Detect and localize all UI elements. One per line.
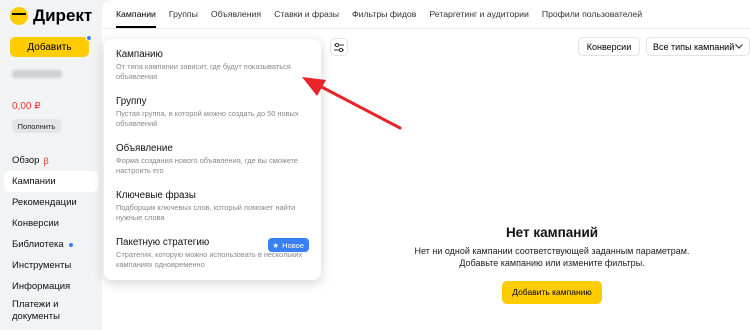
beta-badge: β bbox=[43, 155, 49, 166]
menu-item-title: Кампанию bbox=[116, 49, 163, 60]
sidebar-item-label: Конверсии bbox=[12, 218, 59, 229]
new-badge: ★ Новое bbox=[268, 238, 309, 252]
tab-groups[interactable]: Группы bbox=[169, 0, 198, 28]
menu-item-description: Подборщик ключевых слов, который поможет… bbox=[116, 203, 296, 222]
sidebar-item-library[interactable]: Библиотека bbox=[4, 234, 98, 255]
logo[interactable]: Директ bbox=[10, 6, 92, 26]
sidebar-item-recommendations[interactable]: Рекомендации bbox=[4, 192, 98, 213]
menu-item-group[interactable]: Группу Пустая группа, в которой можно со… bbox=[104, 92, 321, 139]
menu-item-title: Объявление bbox=[116, 143, 173, 154]
star-icon: ★ bbox=[272, 240, 280, 250]
empty-state: Нет кампаний Нет ни одной кампании соотв… bbox=[382, 225, 722, 304]
menu-item-title: Ключевые фразы bbox=[116, 190, 196, 201]
sidebar-item-label: Инструменты bbox=[12, 260, 72, 271]
menu-item-title: Группу bbox=[116, 96, 147, 107]
menu-item-ad[interactable]: Объявление Форма создания нового объявле… bbox=[104, 139, 321, 186]
menu-item-keywords[interactable]: Ключевые фразы Подборщик ключевых слов, … bbox=[104, 186, 321, 233]
conversions-button[interactable]: Конверсии bbox=[578, 37, 640, 56]
direct-logo-icon bbox=[10, 7, 28, 25]
tab-ads[interactable]: Объявления bbox=[211, 0, 261, 28]
notification-dot-icon bbox=[86, 35, 92, 41]
new-badge-label: Новое bbox=[282, 240, 304, 250]
tab-feed-filters[interactable]: Фильтры фидов bbox=[352, 0, 416, 28]
add-campaign-button[interactable]: Добавить кампанию bbox=[502, 281, 602, 304]
sidebar-item-info[interactable]: Информация bbox=[4, 276, 98, 297]
menu-item-description: Стратегия, которую можно использовать в … bbox=[116, 250, 303, 269]
tab-bar: Кампании Группы Объявления Ставки и фраз… bbox=[102, 0, 655, 28]
sidebar-item-label: Библиотека bbox=[12, 239, 64, 250]
sidebar: Директ Добавить 0,00 ₽ Пополнить Обзор β… bbox=[0, 0, 102, 330]
empty-state-line-2: Добавьте кампанию или измените фильтры. bbox=[459, 258, 645, 268]
sliders-icon bbox=[334, 42, 344, 52]
sidebar-item-conversions[interactable]: Конверсии bbox=[4, 213, 98, 234]
tabs-divider bbox=[102, 28, 750, 29]
menu-item-description: От типа кампании зависит, где будут пока… bbox=[116, 62, 291, 81]
campaign-type-value: Все типы кампаний bbox=[653, 41, 735, 52]
add-button-label: Добавить bbox=[27, 41, 72, 53]
sidebar-nav: Обзор β Кампании Рекомендации Конверсии … bbox=[4, 150, 98, 325]
sidebar-item-label: Платежи и документы bbox=[12, 299, 60, 322]
campaign-type-select[interactable]: Все типы кампаний bbox=[646, 37, 750, 56]
sidebar-item-label: Информация bbox=[12, 281, 71, 292]
sidebar-item-campaigns[interactable]: Кампании bbox=[4, 171, 98, 192]
filter-settings-button[interactable] bbox=[330, 38, 348, 56]
tab-bids[interactable]: Ставки и фразы bbox=[274, 0, 339, 28]
tab-user-profiles[interactable]: Профили пользователей bbox=[542, 0, 642, 28]
empty-state-line-1: Нет ни одной кампании соответствующей за… bbox=[414, 246, 690, 256]
menu-item-description: Форма создания нового объявления, где вы… bbox=[116, 156, 299, 175]
sidebar-item-label: Рекомендации bbox=[12, 197, 77, 208]
sidebar-item-label: Обзор bbox=[12, 155, 40, 166]
empty-state-text: Нет ни одной кампании соответствующей за… bbox=[382, 245, 722, 269]
balance: 0,00 ₽ bbox=[12, 101, 41, 112]
menu-item-campaign[interactable]: Кампанию От типа кампании зависит, где б… bbox=[104, 45, 321, 92]
add-dropdown-menu: Кампанию От типа кампании зависит, где б… bbox=[104, 39, 321, 280]
menu-item-description: Пустая группа, в которой можно создать д… bbox=[116, 109, 299, 128]
logo-text: Директ bbox=[33, 6, 93, 25]
chevron-down-icon bbox=[735, 44, 743, 49]
empty-state-title: Нет кампаний bbox=[505, 225, 599, 240]
sidebar-item-label: Кампании bbox=[12, 176, 56, 187]
sidebar-item-payments[interactable]: Платежи и документы bbox=[4, 297, 98, 325]
add-button[interactable]: Добавить bbox=[10, 35, 92, 57]
tab-campaigns[interactable]: Кампании bbox=[116, 0, 156, 28]
account-name-blurred[interactable] bbox=[12, 70, 62, 78]
menu-item-package-strategy[interactable]: Пакетную стратегию Стратегия, которую мо… bbox=[104, 233, 321, 280]
sidebar-item-tools[interactable]: Инструменты bbox=[4, 255, 98, 276]
new-dot-icon bbox=[68, 242, 73, 247]
tab-retargeting[interactable]: Ретаргетинг и аудитории bbox=[429, 0, 528, 28]
sidebar-item-overview[interactable]: Обзор β bbox=[4, 150, 98, 171]
topup-button[interactable]: Пополнить bbox=[12, 119, 61, 133]
